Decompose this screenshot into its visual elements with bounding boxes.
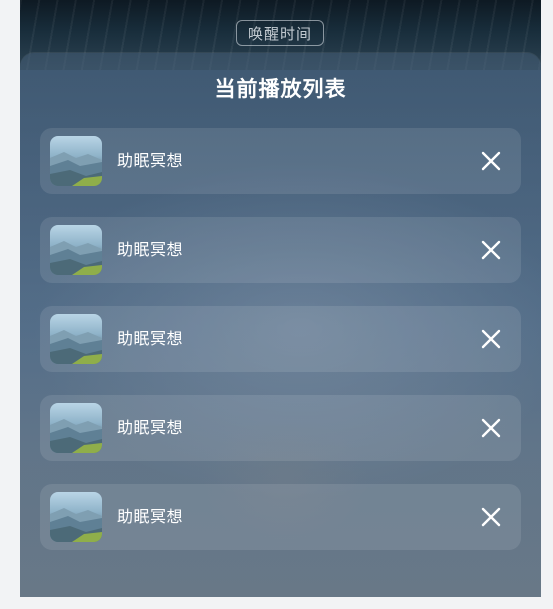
playlist-sheet: 当前播放列表 助眠冥想 助眠冥想 助眠冥想 助眠冥想 助眠冥想 (20, 53, 541, 597)
close-icon[interactable] (479, 505, 503, 529)
playlist-title: 当前播放列表 (214, 77, 347, 101)
playlist-item[interactable]: 助眠冥想 (40, 128, 521, 194)
close-icon[interactable] (479, 327, 503, 351)
landscape-thumbnail-icon (50, 136, 102, 186)
item-label: 助眠冥想 (117, 240, 184, 259)
close-icon[interactable] (479, 416, 503, 440)
landscape-thumbnail-icon (50, 225, 102, 275)
playlist-item[interactable]: 助眠冥想 (40, 217, 521, 283)
item-label: 助眠冥想 (117, 151, 184, 170)
item-label: 助眠冥想 (117, 507, 184, 526)
landscape-thumbnail-icon (50, 314, 102, 364)
item-label: 助眠冥想 (117, 418, 184, 437)
close-icon[interactable] (479, 238, 503, 262)
close-icon[interactable] (479, 149, 503, 173)
playlist-item[interactable]: 助眠冥想 (40, 484, 521, 550)
landscape-thumbnail-icon (50, 492, 102, 542)
playlist-item[interactable]: 助眠冥想 (40, 306, 521, 372)
playlist-item[interactable]: 助眠冥想 (40, 395, 521, 461)
landscape-thumbnail-icon (50, 403, 102, 453)
wake-time-button[interactable]: 唤醒时间 (236, 20, 324, 46)
phone-screen: 唤醒时间 当前播放列表 助眠冥想 助眠冥想 助眠冥想 助眠冥想 助眠冥想 (20, 0, 541, 597)
item-label: 助眠冥想 (117, 329, 184, 348)
